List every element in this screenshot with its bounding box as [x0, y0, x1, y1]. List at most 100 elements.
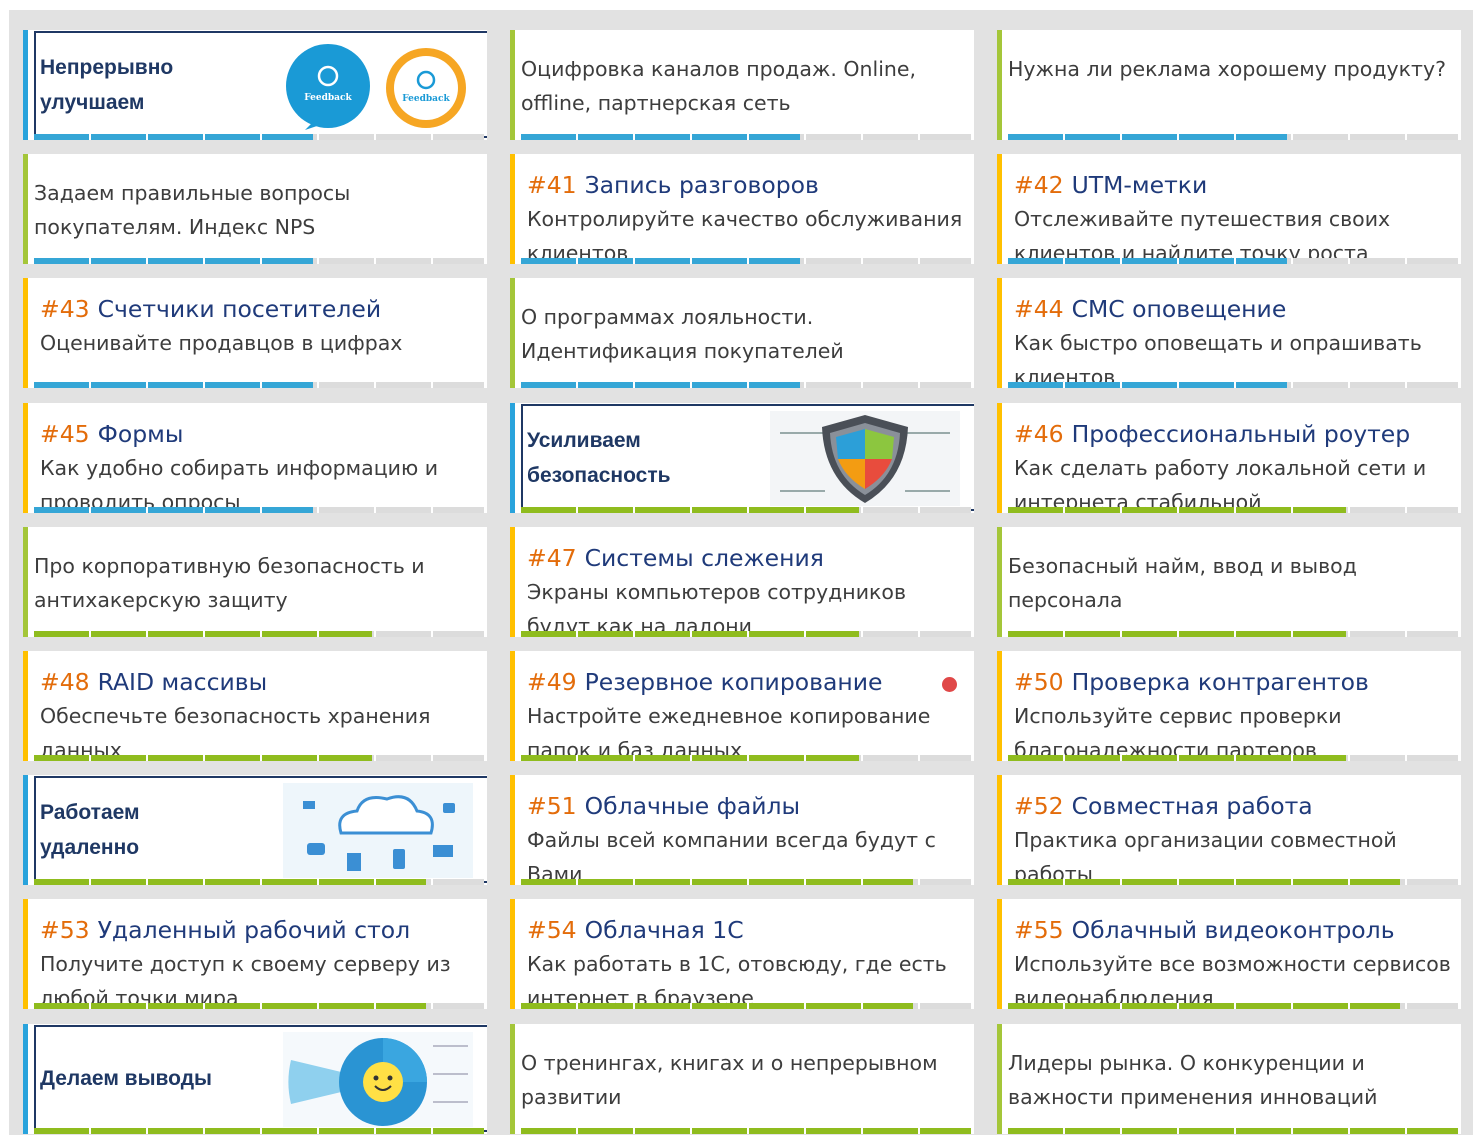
course-card[interactable]: Безопасный найм, ввод и вывод персонала	[997, 527, 1461, 637]
course-card[interactable]: Делаем выводы	[23, 1024, 487, 1134]
lesson-number: #47	[527, 544, 577, 572]
progress-track	[34, 134, 484, 140]
lesson-title[interactable]: Удаленный рабочий стол	[98, 916, 411, 944]
lesson-title[interactable]: Проверка контрагентов	[1072, 668, 1369, 696]
lesson-subtitle: Как быстро оповещать и опрашивать клиент…	[1014, 331, 1422, 388]
lesson-heading[interactable]: #48 RAID массивы	[40, 667, 267, 697]
course-card[interactable]: #48 RAID массивы Обеспечьте безопасность х…	[23, 651, 487, 761]
lesson-subtitle: Экраны компьютеров сотрудников будут как…	[527, 580, 907, 637]
lesson-heading[interactable]: #49 Резервное копирование	[527, 667, 882, 697]
card-description: Безопасный найм, ввод и вывод персонала	[1008, 554, 1357, 612]
progress-track	[34, 382, 484, 388]
lesson-heading[interactable]: #43 Счетчики посетителей	[40, 294, 381, 324]
lesson-heading[interactable]: #51 Облачные файлы	[527, 791, 800, 821]
course-card[interactable]: Оцифровка каналов продаж. Online, offlin…	[510, 30, 974, 140]
lesson-title[interactable]: Облачные файлы	[585, 792, 800, 820]
lesson-title[interactable]: Счетчики посетителей	[98, 295, 382, 323]
featured-banner[interactable]: Делаем выводы	[34, 1025, 487, 1132]
progress-fill	[521, 1128, 971, 1134]
card-accent-bar	[510, 775, 515, 885]
lesson-number: #42	[1014, 171, 1064, 199]
lesson-number: #45	[40, 420, 90, 448]
course-card[interactable]: #51 Облачные файлы Файлы всей компании все…	[510, 775, 974, 885]
card-accent-bar	[997, 527, 1002, 637]
course-card[interactable]: #50 Проверка контрагентов Используйте серв…	[997, 651, 1461, 761]
featured-banner[interactable]: Усиливаем безопасность	[521, 404, 974, 511]
course-card[interactable]: #44 СМС оповещение Как быстро оповещать и …	[997, 278, 1461, 388]
card-accent-bar	[23, 403, 28, 513]
lesson-title[interactable]: СМС оповещение	[1072, 295, 1287, 323]
course-card[interactable]: #49 Резервное копирование Настройте ежедне…	[510, 651, 974, 761]
card-accent-bar	[510, 899, 515, 1009]
card-description: Оцифровка каналов продаж. Online, offlin…	[521, 57, 917, 115]
card-description: Лидеры рынка. О конкуренции и важности п…	[1008, 1051, 1378, 1109]
lesson-title[interactable]: Запись разговоров	[585, 171, 819, 199]
lesson-number: #44	[1014, 295, 1064, 323]
course-card[interactable]: Про корпоративную безопасность и антихак…	[23, 527, 487, 637]
course-card[interactable]: Работаем удаленно	[23, 775, 487, 885]
svg-text:Feedback: Feedback	[402, 94, 450, 104]
course-card[interactable]: #43 Счетчики посетителей Оценивайте продав…	[23, 278, 487, 388]
sun-icon	[283, 1032, 473, 1127]
featured-banner[interactable]: Непрерывно улучшаем Feedback Feedback	[34, 31, 487, 138]
course-card[interactable]: #45 Формы Как удобно собирать информацию и…	[23, 403, 487, 513]
course-card[interactable]: Непрерывно улучшаем Feedback Feedback	[23, 30, 487, 140]
lesson-title[interactable]: UTM-метки	[1072, 171, 1208, 199]
progress-track	[1008, 879, 1458, 885]
course-card[interactable]: #54 Облачная 1С Как работать в 1С, отовсюд…	[510, 899, 974, 1009]
lesson-heading[interactable]: #52 Совместная работа	[1014, 791, 1313, 821]
course-card[interactable]: О программах лояльности. Идентификация п…	[510, 278, 974, 388]
course-card[interactable]: О тренингах, книгах и о непрерывном разв…	[510, 1024, 974, 1134]
lesson-subtitle: Используйте сервис проверки благонадежно…	[1014, 704, 1342, 761]
card-accent-bar	[997, 1024, 1002, 1134]
course-card[interactable]: Задаем правильные вопросы покупателям. И…	[23, 154, 487, 264]
card-accent-bar	[997, 278, 1002, 388]
lesson-subtitle: Как работать в 1С, отовсюду, где есть ин…	[527, 952, 947, 1009]
lesson-heading[interactable]: #54 Облачная 1С	[527, 915, 744, 945]
card-accent-bar	[23, 30, 28, 140]
lesson-title[interactable]: Совместная работа	[1072, 792, 1313, 820]
course-card[interactable]: #52 Совместная работа Практика организации…	[997, 775, 1461, 885]
progress-track	[521, 755, 971, 761]
lesson-title[interactable]: RAID массивы	[98, 668, 268, 696]
lesson-heading[interactable]: #44 СМС оповещение	[1014, 294, 1286, 324]
course-card[interactable]: Лидеры рынка. О конкуренции и важности п…	[997, 1024, 1461, 1134]
course-card[interactable]: #41 Запись разговоров Контролируйте качест…	[510, 154, 974, 264]
lesson-heading[interactable]: #46 Профессиональный роутер	[1014, 419, 1410, 449]
lesson-number: #41	[527, 171, 577, 199]
course-card[interactable]: #46 Профессиональный роутер Как сделать ра…	[997, 403, 1461, 513]
card-description: Задаем правильные вопросы покупателям. И…	[34, 181, 351, 239]
lesson-heading[interactable]: #45 Формы	[40, 419, 183, 449]
progress-track	[521, 879, 971, 885]
lesson-title[interactable]: Системы слежения	[585, 544, 824, 572]
lesson-title[interactable]: Облачный видеоконтроль	[1072, 916, 1395, 944]
progress-fill	[1008, 258, 1287, 264]
card-accent-bar	[997, 899, 1002, 1009]
featured-banner[interactable]: Работаем удаленно	[34, 776, 487, 883]
lesson-title[interactable]: Формы	[98, 420, 184, 448]
progress-fill	[521, 258, 800, 264]
lesson-number: #50	[1014, 668, 1064, 696]
lesson-number: #48	[40, 668, 90, 696]
lesson-heading[interactable]: #55 Облачный видеоконтроль	[1014, 915, 1395, 945]
course-card[interactable]: #53 Удаленный рабочий стол Получите доступ…	[23, 899, 487, 1009]
course-card[interactable]: Усиливаем безопасность	[510, 403, 974, 513]
course-card[interactable]: Нужна ли реклама хорошему продукту?	[997, 30, 1461, 140]
course-card[interactable]: #47 Системы слежения Экраны компьютеров со…	[510, 527, 974, 637]
lesson-heading[interactable]: #41 Запись разговоров	[527, 170, 819, 200]
lesson-heading[interactable]: #50 Проверка контрагентов	[1014, 667, 1369, 697]
course-card[interactable]: #42 UTM-метки Отслеживайте путешествия сво…	[997, 154, 1461, 264]
lesson-title[interactable]: Профессиональный роутер	[1072, 420, 1411, 448]
card-accent-bar	[510, 527, 515, 637]
progress-fill	[34, 1128, 484, 1134]
lesson-title[interactable]: Резервное копирование	[585, 668, 883, 696]
lesson-heading[interactable]: #47 Системы слежения	[527, 543, 824, 573]
lesson-heading[interactable]: #53 Удаленный рабочий стол	[40, 915, 410, 945]
progress-track	[1008, 382, 1458, 388]
card-accent-bar	[23, 775, 28, 885]
progress-track	[521, 1003, 971, 1009]
lesson-subtitle: Практика организации совместной работы	[1014, 828, 1397, 885]
course-card[interactable]: #55 Облачный видеоконтроль Используйте все…	[997, 899, 1461, 1009]
lesson-title[interactable]: Облачная 1С	[585, 916, 744, 944]
lesson-heading[interactable]: #42 UTM-метки	[1014, 170, 1207, 200]
